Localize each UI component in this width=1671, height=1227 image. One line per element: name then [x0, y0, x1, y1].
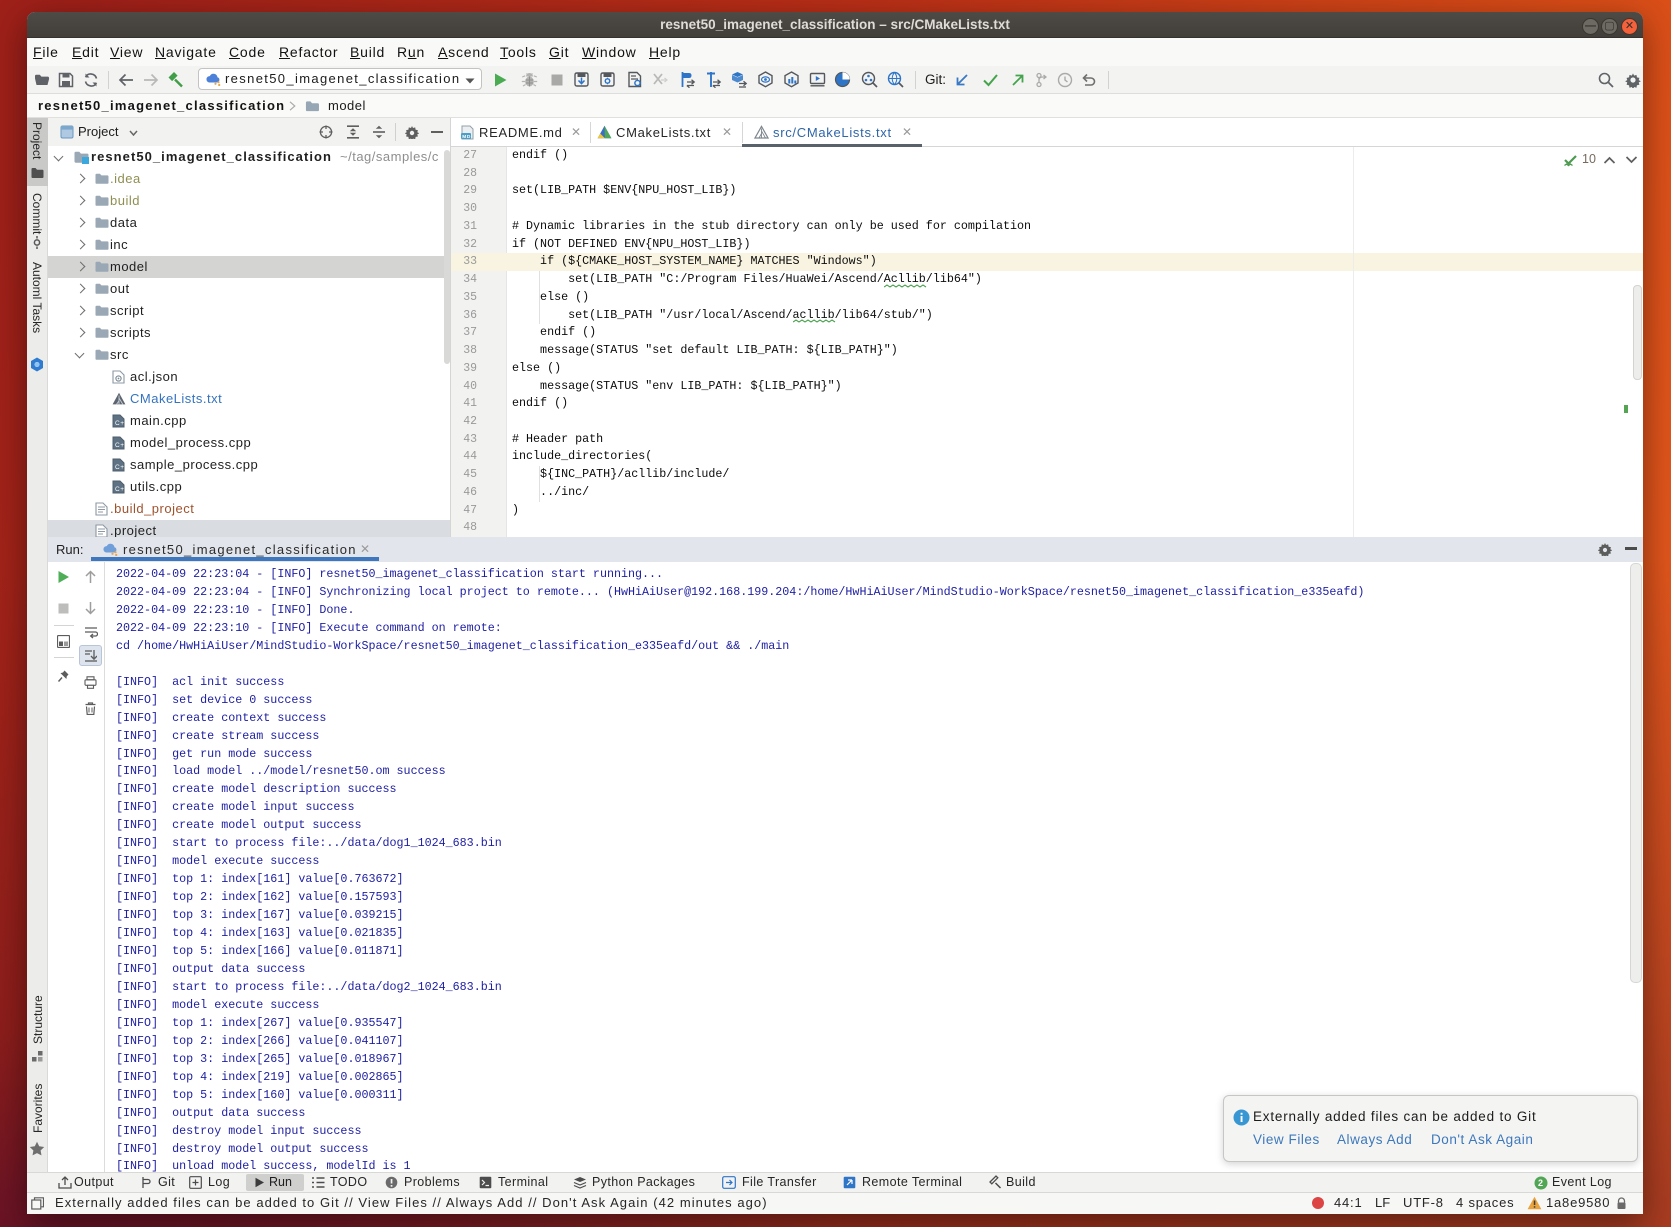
svg-text:C+: C+: [115, 420, 125, 427]
svg-text:C+: C+: [115, 464, 125, 471]
svg-text:C+: C+: [115, 442, 125, 449]
svg-text:2: 2: [1538, 1178, 1543, 1188]
svg-text:C+: C+: [115, 486, 125, 493]
svg-text:MD: MD: [462, 134, 471, 140]
